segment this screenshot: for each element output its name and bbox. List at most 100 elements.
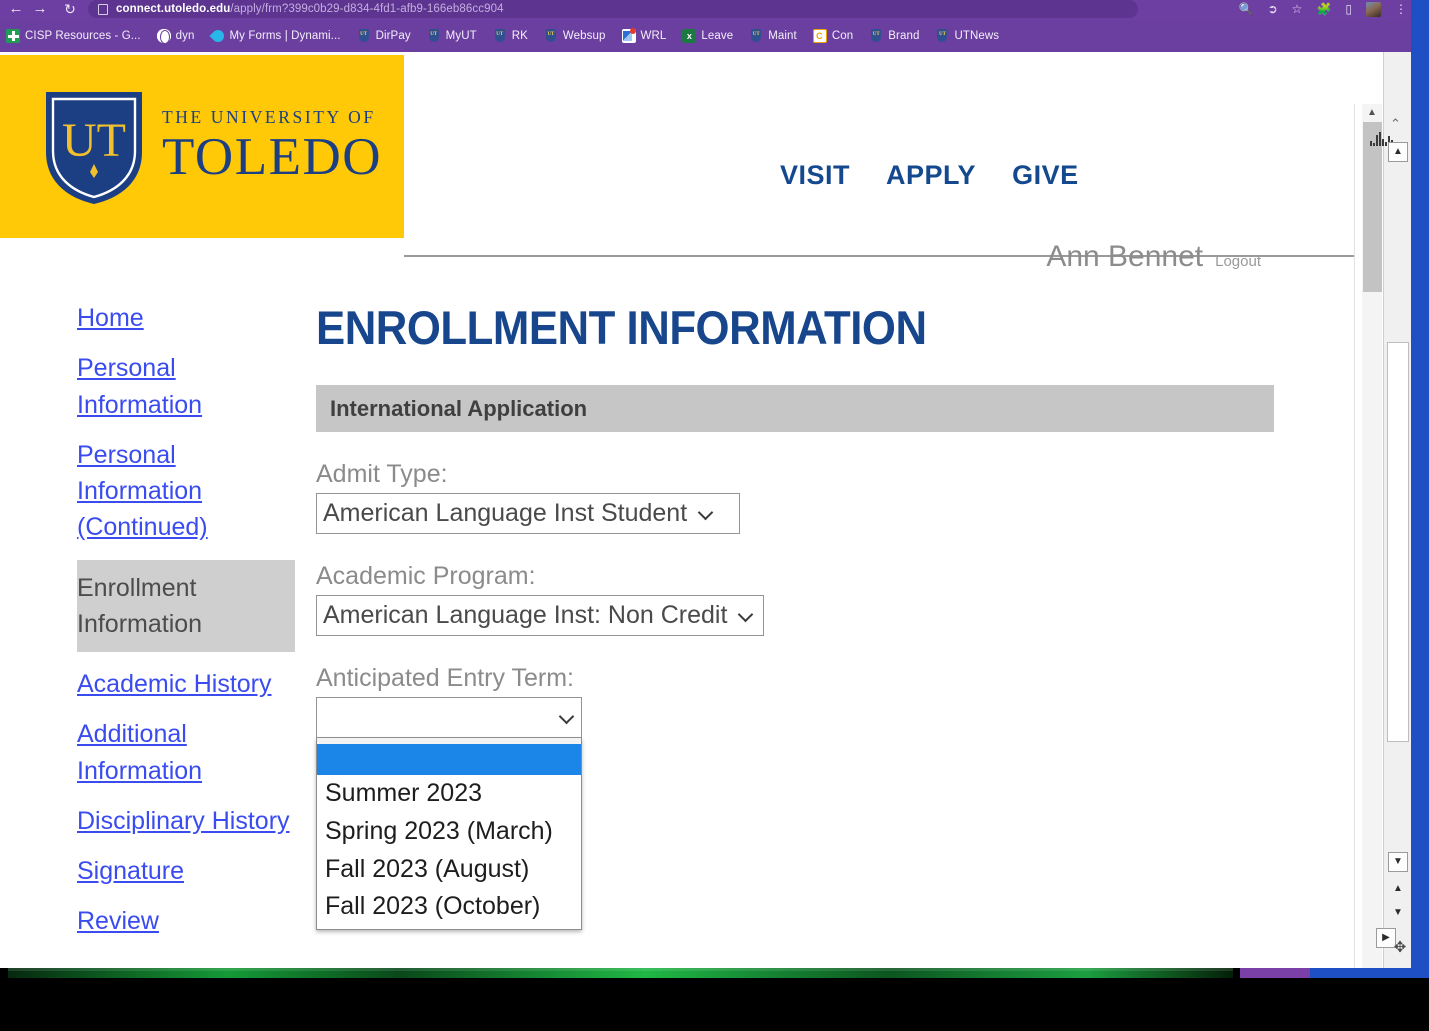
dynamics-icon <box>211 29 225 43</box>
sidebar-item-label[interactable]: Home <box>77 304 144 332</box>
nav-link-give[interactable]: GIVE <box>1012 160 1079 191</box>
taskbar-sliver-purple <box>1240 968 1310 978</box>
scroll-page-up-icon[interactable]: ▲ <box>1388 880 1408 900</box>
desktop-strip <box>0 968 1429 1031</box>
page-scrollbar-thumb[interactable] <box>1363 122 1382 292</box>
admit-type-select[interactable]: American Language Inst Student <box>316 493 740 534</box>
extensions-puzzle-icon[interactable]: 🧩 <box>1316 0 1331 18</box>
bookmark-item[interactable]: WRL <box>621 28 667 43</box>
forward-arrow-icon[interactable]: → <box>30 0 50 18</box>
nav-link-apply[interactable]: APPLY <box>886 160 976 191</box>
sidebar-item-label[interactable]: Additional Information <box>77 720 202 784</box>
browser-window: ← → ↻ connect.utoledo.edu/apply/frm?399c… <box>0 0 1411 968</box>
sidebar-item-label[interactable]: Personal Information <box>77 354 202 418</box>
reload-icon[interactable]: ↻ <box>60 0 80 18</box>
profile-avatar[interactable] <box>1366 1 1381 17</box>
site-info-lock-icon[interactable] <box>98 3 108 15</box>
bookmark-item[interactable]: CISP Resources - G... <box>6 29 141 43</box>
academic-program-value: American Language Inst: Non Credit <box>323 601 728 629</box>
bookmark-item[interactable]: Con <box>812 29 854 43</box>
ut-shield-icon <box>544 29 558 43</box>
bookmark-star-icon[interactable]: ☆ <box>1292 0 1303 18</box>
svg-text:UT: UT <box>62 114 126 167</box>
window-scrollbar[interactable]: ⌃ ▲ ▼ ▲ ▼ ▶ ✥ <box>1370 52 1411 968</box>
entry-term-dropdown: Summer 2023 Spring 2023 (March) Fall 202… <box>316 738 582 930</box>
url-path: /apply/frm?399c0b29-d834-4fd1-afb9-166eb… <box>230 3 504 15</box>
bookmark-item[interactable]: UTNews <box>935 29 999 43</box>
bookmark-item[interactable]: Maint <box>749 29 797 43</box>
sidebar-item-label[interactable]: Signature <box>77 857 184 885</box>
logo-line-1: THE UNIVERSITY OF <box>162 107 376 128</box>
back-arrow-icon[interactable]: ← <box>6 0 26 18</box>
bookmark-item[interactable]: My Forms | Dynami... <box>211 29 341 43</box>
bookmark-label: Con <box>831 30 854 42</box>
mail-icon <box>621 28 636 43</box>
cross-icon <box>6 29 20 43</box>
sidebar-item-personal-information[interactable]: Personal Information <box>77 350 295 423</box>
sidebar-panel-icon[interactable]: ▯ <box>1345 0 1352 18</box>
user-name: Ann Bennet <box>1046 240 1204 273</box>
sidebar-item-enrollment-information[interactable]: Enrollment Information <box>77 559 295 652</box>
entry-term-option-fall-2023-october[interactable]: Fall 2023 (October) <box>317 888 581 926</box>
sidebar-item-additional-information[interactable]: Additional Information <box>77 716 295 789</box>
bookmark-item[interactable]: MyUT <box>427 29 477 43</box>
sidebar-item-label[interactable]: Disciplinary History <box>77 807 290 835</box>
share-icon[interactable]: ➲ <box>1268 0 1278 18</box>
entry-term-option-summer-2023[interactable]: Summer 2023 <box>317 775 581 813</box>
ut-shield-icon <box>935 29 949 43</box>
page-scrollbar[interactable]: ▲ ▼ <box>1354 104 1383 968</box>
sidebar-item-review[interactable]: Review <box>77 903 295 939</box>
calendar-icon <box>812 29 827 43</box>
scroll-down-icon[interactable]: ▼ <box>1388 852 1408 872</box>
bookmark-label: Maint <box>768 30 797 42</box>
sidebar-item-signature[interactable]: Signature <box>77 853 295 889</box>
scroll-up-icon[interactable]: ▲ <box>1362 104 1382 122</box>
sidebar-item-label[interactable]: Review <box>77 907 159 935</box>
bookmark-item[interactable]: DirPay <box>357 29 411 43</box>
scroll-up-icon[interactable]: ▲ <box>1388 142 1408 162</box>
sidebar-item-label[interactable]: Academic History <box>77 670 272 698</box>
bookmark-item[interactable]: Leave <box>682 29 733 43</box>
address-bar[interactable]: connect.utoledo.edu/apply/frm?399c0b29-d… <box>88 0 1138 18</box>
nav-link-visit[interactable]: VISIT <box>780 160 850 191</box>
entry-term-select-wrap: Summer 2023 Spring 2023 (March) Fall 202… <box>316 697 582 930</box>
form-main: ENROLLMENT INFORMATION International App… <box>316 300 1276 930</box>
sidebar-item-disciplinary-history[interactable]: Disciplinary History <box>77 803 295 839</box>
screenshot-root: ← → ↻ connect.utoledo.edu/apply/frm?399c… <box>0 0 1429 1031</box>
bookmark-item[interactable]: Websup <box>544 29 606 43</box>
sidebar-item-academic-history[interactable]: Academic History <box>77 666 295 702</box>
entry-term-option-spring-2023-march[interactable]: Spring 2023 (March) <box>317 813 581 851</box>
bookmark-label: dyn <box>175 30 195 42</box>
ut-shield-icon <box>493 29 507 43</box>
excel-icon <box>682 29 697 43</box>
bookmark-label: CISP Resources - G... <box>25 30 141 42</box>
entry-term-option-blank[interactable] <box>317 744 581 775</box>
scroll-page-down-icon[interactable]: ▼ <box>1388 904 1408 924</box>
logout-link[interactable]: Logout <box>1215 253 1261 270</box>
entry-term-select[interactable] <box>316 697 582 738</box>
page-viewport: UT THE UNIVERSITY OF TOLEDO VISIT APPLY … <box>0 52 1383 968</box>
entry-term-option-fall-2023-august[interactable]: Fall 2023 (August) <box>317 851 581 889</box>
sidebar-item-label[interactable]: Personal Information (Continued) <box>77 441 208 542</box>
bookmark-label: RK <box>511 30 528 42</box>
bookmarks-bar: CISP Resources - G... dyn My Forms | Dyn… <box>0 20 1411 52</box>
ut-logo[interactable]: UT THE UNIVERSITY OF TOLEDO <box>0 55 404 238</box>
section-header: International Application <box>316 385 1274 432</box>
academic-program-select[interactable]: American Language Inst: Non Credit <box>316 595 764 636</box>
bookmark-item[interactable]: RK <box>493 29 528 43</box>
window-scrollbar-thumb[interactable] <box>1387 342 1409 742</box>
sidebar-item-home[interactable]: Home <box>77 300 295 336</box>
browser-menu-icon[interactable]: ⋮ <box>1395 0 1407 18</box>
field-academic-program: Academic Program: American Language Inst… <box>316 562 1276 636</box>
bookmark-item[interactable]: dyn <box>156 29 195 44</box>
sidebar-item-personal-information-continued[interactable]: Personal Information (Continued) <box>77 437 295 546</box>
section-header-label: International Application <box>330 395 588 421</box>
academic-program-label: Academic Program: <box>316 562 536 590</box>
move-cross-icon[interactable]: ✥ <box>1390 938 1410 958</box>
chevron-down-icon <box>560 711 573 724</box>
page-title: ENROLLMENT INFORMATION <box>316 301 927 354</box>
search-icon[interactable]: 🔍 <box>1239 0 1254 18</box>
entry-term-label: Anticipated Entry Term: <box>316 664 574 692</box>
ut-shield-icon <box>869 29 883 43</box>
bookmark-item[interactable]: Brand <box>869 29 919 43</box>
